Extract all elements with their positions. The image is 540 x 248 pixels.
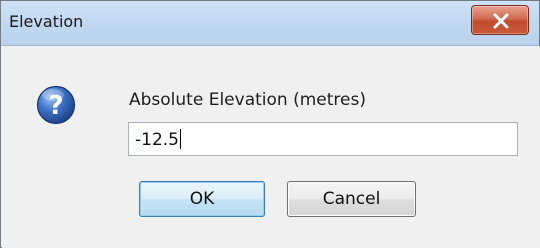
title-bar[interactable]: Elevation bbox=[1, 1, 539, 46]
elevation-input[interactable]: -12.5 bbox=[128, 122, 518, 156]
window-title: Elevation bbox=[9, 12, 84, 31]
question-icon: ? bbox=[36, 85, 76, 125]
elevation-input-value: -12.5 bbox=[135, 129, 181, 151]
text-caret bbox=[180, 129, 181, 149]
close-button[interactable] bbox=[471, 5, 529, 35]
close-icon bbox=[493, 13, 509, 29]
ok-button[interactable]: OK bbox=[139, 181, 265, 217]
svg-text:?: ? bbox=[48, 91, 63, 121]
cancel-button[interactable]: Cancel bbox=[287, 181, 416, 217]
input-text: -12.5 bbox=[135, 130, 179, 150]
elevation-prompt-label: Absolute Elevation (metres) bbox=[129, 90, 366, 110]
dialog-window: Elevation ? Absolute Elevation (metres) … bbox=[0, 0, 540, 248]
dialog-content: ? Absolute Elevation (metres) -12.5 OK C… bbox=[2, 46, 540, 248]
